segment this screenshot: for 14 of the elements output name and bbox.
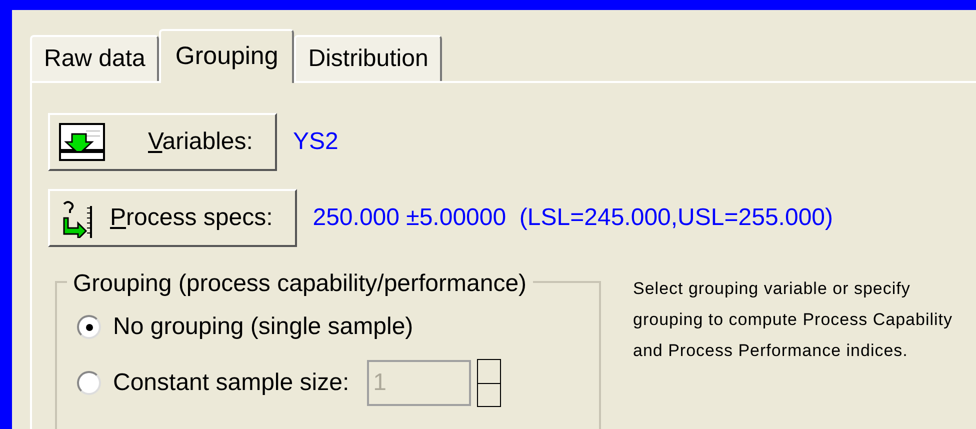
help-text: Select grouping variable or specify grouping to compute Process Capability and Process Performance indices. bbox=[633, 278, 954, 362]
specs-value: 250.000 ±5.00000 (LSL=245.000,USL=255.000) bbox=[312, 203, 833, 233]
tab[interactable]: Distribution bbox=[294, 35, 442, 81]
tab[interactable]: Raw data bbox=[30, 35, 160, 81]
radio-button[interactable] bbox=[77, 371, 101, 395]
radio-label: No grouping (single sample) bbox=[113, 312, 414, 342]
tab[interactable]: Grouping bbox=[159, 29, 294, 83]
radio-button[interactable] bbox=[77, 315, 101, 339]
process-specs-button[interactable]: Process specs: bbox=[48, 189, 297, 247]
variables-button[interactable]: Variables: bbox=[48, 113, 277, 171]
radio-label: Constant sample size: bbox=[113, 368, 350, 398]
data-import-icon bbox=[58, 122, 108, 162]
variable-value: YS2 bbox=[292, 127, 338, 157]
spin-buttons[interactable] bbox=[477, 359, 502, 407]
